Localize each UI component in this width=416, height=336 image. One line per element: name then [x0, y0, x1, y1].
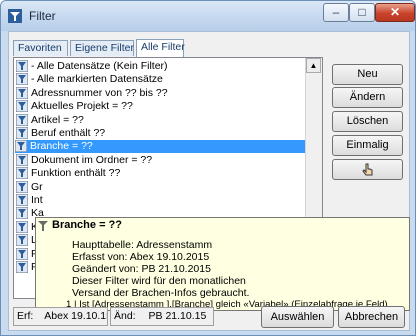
close-button[interactable]: ✕: [375, 3, 415, 22]
once-button[interactable]: Einmalig: [332, 135, 403, 156]
list-item-label: Branche = ??: [30, 140, 93, 153]
special-button[interactable]: [332, 159, 403, 180]
title-bar[interactable]: Filter – □ ✕: [1, 1, 415, 31]
list-item[interactable]: Gr: [15, 180, 43, 194]
tab-favoriten[interactable]: Favoriten: [13, 40, 68, 56]
list-item-label: Int: [31, 194, 43, 206]
filter-funnel-icon: [14, 139, 28, 153]
tab-eigene-filter[interactable]: Eigene Filter: [70, 40, 134, 56]
list-item[interactable]: Branche = ??: [14, 139, 305, 154]
tooltip-title: Branche = ??: [52, 219, 122, 231]
window-title: Filter: [29, 9, 56, 23]
filter-funnel-icon: [15, 220, 29, 234]
created-field: Erf: Abex 19.10.15: [13, 307, 108, 326]
status-bar: Erf: Abex 19.10.15 Änd: PB 21.10.15 Ausw…: [9, 304, 409, 330]
new-button[interactable]: Neu: [332, 64, 403, 85]
list-item-label: Funktion enthält ??: [31, 167, 121, 180]
filter-funnel-icon: [15, 126, 29, 140]
filter-funnel-icon: [15, 180, 29, 194]
filter-funnel-icon: [15, 260, 29, 274]
list-item-label: Artikel = ??: [31, 113, 84, 126]
list-item[interactable]: Adressnummer von ?? bis ??: [15, 86, 168, 100]
scroll-up-button[interactable]: ▲: [306, 58, 321, 73]
filter-funnel-icon: [15, 206, 29, 220]
list-item[interactable]: Dokument im Ordner = ??: [15, 153, 153, 167]
tooltip-line: Dieser Filter wird für den monatlichen: [72, 275, 246, 287]
list-item-label: - Alle Datensätze (Kein Filter): [31, 60, 168, 72]
changed-value: PB 21.10.15: [148, 310, 207, 322]
list-item[interactable]: - Alle Datensätze (Kein Filter): [15, 59, 168, 73]
list-item-label: Beruf enthält ??: [31, 127, 106, 139]
filter-funnel-icon: [15, 72, 29, 86]
filter-funnel-icon: [15, 247, 29, 261]
minimize-button[interactable]: –: [323, 3, 349, 22]
created-value: Abex 19.10.15: [44, 310, 108, 322]
list-item-label: - Alle markierten Datensätze: [31, 73, 163, 86]
filter-funnel-icon: [8, 9, 22, 23]
tooltip-line: Erfasst von: Abex 19.10.2015: [72, 251, 210, 263]
filter-funnel-icon: [15, 113, 29, 127]
tooltip-line: Geändert von: PB 21.10.2015: [72, 263, 211, 275]
list-item[interactable]: Artikel = ??: [15, 113, 84, 127]
delete-button[interactable]: Löschen: [332, 111, 403, 132]
dialog-client-area: Favoriten Eigene Filter Alle Filter PLZ …: [8, 31, 410, 331]
tooltip-filter-icon: [37, 220, 49, 235]
created-label: Erf:: [17, 310, 34, 322]
filter-funnel-icon: [15, 59, 29, 73]
list-item-label: Adressnummer von ?? bis ??: [31, 86, 168, 99]
filter-funnel-icon: [15, 193, 29, 207]
cancel-button[interactable]: Abbrechen: [338, 306, 405, 328]
list-item[interactable]: Aktuelles Projekt = ??: [15, 99, 133, 113]
list-item-label: Gr: [31, 180, 43, 193]
tooltip-line: Haupttabelle: Adressenstamm: [72, 239, 213, 251]
filter-window: Filter – □ ✕ Favoriten Eigene Filter All…: [0, 0, 416, 336]
select-button[interactable]: Auswählen: [261, 306, 334, 328]
list-item[interactable]: Beruf enthält ??: [15, 126, 106, 140]
maximize-button[interactable]: □: [349, 3, 375, 22]
list-item[interactable]: Funktion enthält ??: [15, 166, 121, 180]
list-item-label: Aktuelles Projekt = ??: [31, 100, 133, 113]
filter-funnel-icon: [15, 153, 29, 167]
filter-funnel-icon: [15, 86, 29, 100]
changed-label: Änd:: [114, 310, 136, 322]
list-item[interactable]: Int: [15, 193, 43, 207]
filter-funnel-icon: [15, 99, 29, 113]
filter-funnel-icon: [15, 233, 29, 247]
filter-funnel-icon: [15, 166, 29, 180]
edit-button[interactable]: Ändern: [332, 87, 403, 108]
tab-alle-filter[interactable]: Alle Filter: [136, 39, 185, 57]
list-item[interactable]: - Alle markierten Datensätze: [15, 72, 163, 86]
changed-field: Änd: PB 21.10.15: [110, 307, 214, 326]
list-item-label: Dokument im Ordner = ??: [31, 153, 153, 166]
hand-pointer-icon: [361, 163, 372, 176]
tooltip-line: Versand der Brachen-Infos gebraucht.: [72, 287, 250, 299]
filter-tooltip: Branche = ?? Haupttabelle: Adressenstamm…: [35, 217, 410, 311]
